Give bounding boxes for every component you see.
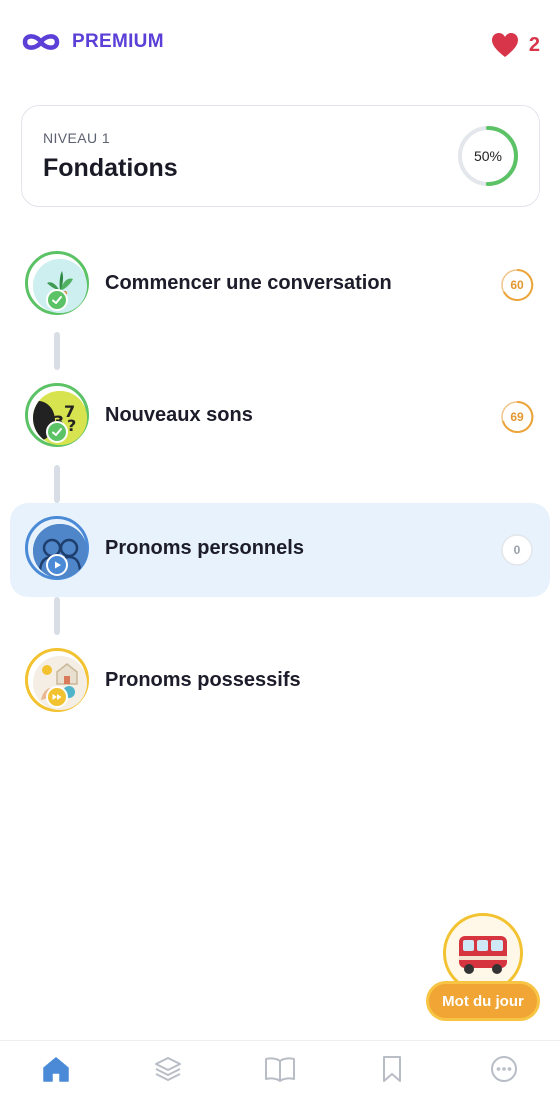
lesson-title: Commencer une conversation	[105, 272, 392, 294]
nav-bookmark[interactable]	[364, 1049, 420, 1089]
nav-home[interactable]	[28, 1049, 84, 1089]
premium-badge[interactable]: PREMIUM	[20, 30, 164, 54]
lesson-title: Pronoms personnels	[105, 537, 304, 559]
nav-layers[interactable]	[140, 1049, 196, 1089]
lesson-title: Pronoms possessifs	[105, 669, 301, 691]
bus-icon	[459, 936, 507, 974]
lesson-item[interactable]: 3 7 ? Nouveaux sons 69	[10, 370, 550, 464]
premium-label: PREMIUM	[72, 31, 164, 52]
fast-forward-icon	[46, 686, 68, 708]
path-connector	[54, 465, 60, 503]
level-card[interactable]: NIVEAU 1 Fondations 50%	[21, 105, 540, 207]
home-icon	[43, 1057, 69, 1082]
check-icon	[46, 421, 68, 443]
hearts-counter[interactable]: 2	[491, 32, 540, 58]
level-title: Fondations	[43, 154, 178, 182]
lesson-score: 0	[513, 543, 521, 557]
play-icon	[46, 554, 68, 576]
lesson-title: Nouveaux sons	[105, 404, 253, 426]
layers-icon	[155, 1057, 181, 1081]
heart-icon	[491, 33, 518, 57]
nav-book[interactable]	[252, 1049, 308, 1089]
word-of-day-button[interactable]: Mot du jour	[426, 981, 540, 1021]
more-icon	[491, 1056, 517, 1082]
check-icon	[46, 289, 68, 311]
bookmark-icon	[383, 1056, 401, 1082]
level-label: NIVEAU 1	[43, 130, 110, 146]
level-progress-text: 50%	[473, 148, 503, 164]
lesson-item[interactable]: Pronoms possessifs	[10, 635, 550, 729]
top-bar: PREMIUM 2	[0, 0, 560, 92]
bottom-nav	[0, 1040, 560, 1120]
book-icon	[265, 1057, 295, 1082]
svg-text:?: ?	[67, 416, 76, 435]
nav-more[interactable]	[476, 1049, 532, 1089]
infinity-icon	[22, 34, 60, 50]
lesson-score: 69	[510, 410, 524, 424]
lesson-score: 60	[510, 278, 524, 292]
path-connector	[54, 332, 60, 370]
path-connector	[54, 597, 60, 635]
lesson-item[interactable]: Commencer une conversation 60	[10, 238, 550, 332]
lesson-item-active[interactable]: Pronoms personnels 0	[10, 503, 550, 597]
hearts-count: 2	[528, 33, 540, 56]
